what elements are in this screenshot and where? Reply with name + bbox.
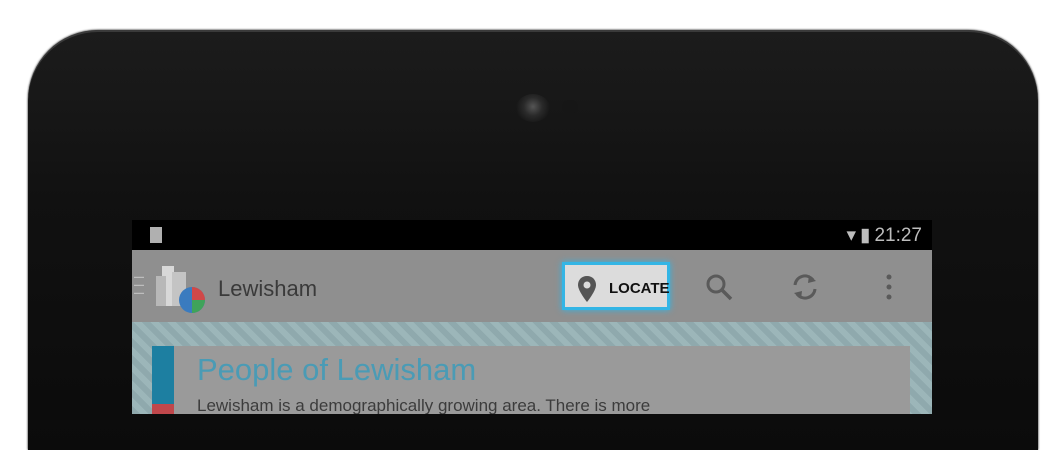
wifi-icon: ▾ bbox=[846, 225, 856, 246]
battery-icon: ▮ bbox=[859, 225, 871, 246]
camera-lens bbox=[516, 94, 550, 122]
app-icon[interactable] bbox=[152, 262, 208, 314]
camera-sensor bbox=[562, 100, 578, 114]
location-pin-icon bbox=[578, 276, 596, 302]
info-card[interactable]: People of Lewisham Lewisham is a demogra… bbox=[152, 346, 910, 414]
action-bar: – – – Lewisham LOCATE bbox=[132, 250, 932, 322]
locate-label: LOCATE bbox=[609, 280, 670, 297]
app-title: Lewisham bbox=[218, 276, 318, 301]
map-background[interactable]: People of Lewisham Lewisham is a demogra… bbox=[132, 322, 932, 414]
overflow-menu-icon[interactable] bbox=[874, 272, 904, 302]
locate-button[interactable]: LOCATE bbox=[562, 262, 670, 310]
screen: ▾ ▮ 21:27 – – – Lewisham LOCATE People o… bbox=[132, 220, 932, 414]
card-title: People of Lewisham bbox=[197, 352, 477, 387]
status-right: ▾ ▮ 21:27 bbox=[842, 224, 922, 247]
status-time: 21:27 bbox=[874, 225, 922, 246]
card-accent-red bbox=[152, 404, 174, 414]
notification-icon bbox=[150, 227, 162, 243]
status-bar: ▾ ▮ 21:27 bbox=[132, 220, 932, 250]
search-icon[interactable] bbox=[704, 272, 734, 302]
refresh-icon[interactable] bbox=[790, 272, 820, 302]
card-text: Lewisham is a demographically growing ar… bbox=[197, 396, 651, 414]
drawer-indicator-icon[interactable]: – – – bbox=[134, 267, 144, 301]
